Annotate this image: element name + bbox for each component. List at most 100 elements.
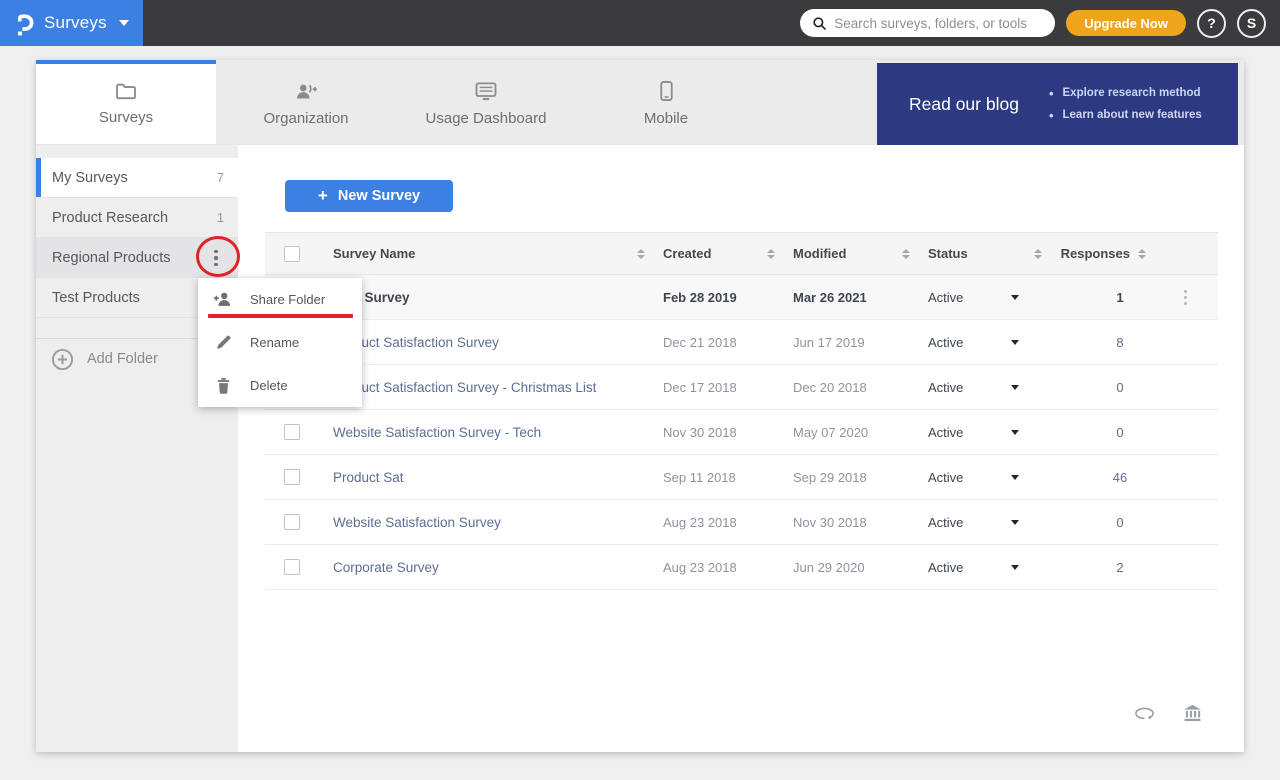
chevron-down-icon	[119, 20, 129, 26]
row-checkbox[interactable]	[284, 514, 300, 530]
sort-icon[interactable]	[637, 249, 645, 259]
blog-banner-bullets: Explore research method Learn about new …	[1049, 86, 1202, 123]
table-row: Website Satisfaction Survey Aug 23 2018 …	[265, 500, 1218, 545]
blog-bullet: Explore research method	[1049, 86, 1202, 101]
created-date: Aug 23 2018	[655, 560, 785, 575]
tab-usage-dashboard[interactable]: Usage Dashboard	[396, 60, 576, 144]
sort-icon[interactable]	[1034, 249, 1042, 259]
header-survey-name[interactable]: Survey Name	[313, 246, 655, 261]
status-dropdown-icon[interactable]	[1011, 520, 1019, 525]
row-menu-kebab-icon[interactable]	[1184, 288, 1187, 306]
folder-context-menu: Share Folder Rename Delete	[198, 278, 362, 407]
header-status[interactable]: Status	[920, 246, 1052, 261]
folders-sidebar: My Surveys 7 Product Research 1 Regional…	[36, 145, 238, 752]
search-box[interactable]	[800, 9, 1055, 37]
table-row: Product Satisfaction Survey Dec 21 2018 …	[265, 320, 1218, 365]
modified-date: Nov 30 2018	[785, 515, 920, 530]
menu-item-rename[interactable]: Rename	[198, 321, 362, 364]
header-responses[interactable]: Responses	[1052, 246, 1152, 261]
modified-date: Jun 17 2019	[785, 335, 920, 350]
sidebar-item-product-research[interactable]: Product Research 1	[36, 198, 238, 238]
survey-name-link[interactable]: Product Sat	[333, 470, 404, 485]
survey-name-link[interactable]: Product Satisfaction Survey - Christmas …	[333, 380, 596, 395]
menu-item-share-folder[interactable]: Share Folder	[198, 278, 362, 321]
table-row: Product Sat Sep 11 2018 Sep 29 2018 Acti…	[265, 455, 1218, 500]
status-dropdown-icon[interactable]	[1011, 565, 1019, 570]
topbar-actions: Upgrade Now ? S	[800, 0, 1266, 46]
status-value: Active	[928, 470, 963, 485]
share-user-icon	[213, 291, 233, 308]
modified-date: Jun 29 2020	[785, 560, 920, 575]
tab-label: Usage Dashboard	[426, 110, 547, 127]
new-survey-button[interactable]: + New Survey	[285, 180, 453, 212]
folder-label: My Surveys	[52, 170, 128, 186]
status-value: Active	[928, 335, 963, 350]
survey-name-link[interactable]: Website Satisfaction Survey	[333, 515, 501, 530]
tab-surveys[interactable]: Surveys	[36, 60, 216, 144]
row-checkbox[interactable]	[284, 469, 300, 485]
survey-name-link[interactable]: Website Satisfaction Survey - Tech	[333, 425, 541, 440]
sidebar-item-regional-products[interactable]: Regional Products	[36, 238, 238, 278]
help-button[interactable]: ?	[1197, 9, 1226, 38]
sort-icon[interactable]	[767, 249, 775, 259]
trash-icon	[213, 377, 233, 394]
table-body: New Survey Feb 28 2019 Mar 26 2021 Activ…	[265, 275, 1218, 590]
status-value: Active	[928, 380, 963, 395]
header-modified[interactable]: Modified	[785, 246, 920, 261]
folder-menu-kebab-icon[interactable]	[204, 246, 228, 270]
status-dropdown-icon[interactable]	[1011, 295, 1019, 300]
menu-item-label: Share Folder	[250, 292, 325, 307]
created-date: Sep 11 2018	[655, 470, 785, 485]
surveys-table: Survey Name Created Modified Status	[265, 232, 1218, 590]
responses-count[interactable]: 46	[1052, 470, 1152, 485]
account-avatar[interactable]: S	[1237, 9, 1266, 38]
folder-label: Regional Products	[52, 250, 171, 266]
archive-icon[interactable]	[1183, 704, 1202, 722]
menu-item-label: Rename	[250, 335, 299, 350]
status-dropdown-icon[interactable]	[1011, 385, 1019, 390]
plus-icon: +	[318, 186, 328, 206]
add-folder-label: Add Folder	[87, 351, 158, 367]
dashboard-icon	[475, 82, 497, 101]
header-created[interactable]: Created	[655, 246, 785, 261]
status-value: Active	[928, 515, 963, 530]
responses-count[interactable]: 2	[1052, 560, 1152, 575]
mobile-icon	[660, 81, 673, 101]
row-checkbox[interactable]	[284, 559, 300, 575]
menu-item-delete[interactable]: Delete	[198, 364, 362, 407]
topbar: Surveys Upgrade Now ? S	[0, 0, 1280, 46]
responses-count[interactable]: 0	[1052, 380, 1152, 395]
row-checkbox[interactable]	[284, 424, 300, 440]
menu-item-label: Delete	[250, 378, 288, 393]
status-dropdown-icon[interactable]	[1011, 430, 1019, 435]
status-dropdown-icon[interactable]	[1011, 340, 1019, 345]
responses-count[interactable]: 0	[1052, 515, 1152, 530]
blog-bullet: Learn about new features	[1049, 108, 1202, 123]
refresh-icon[interactable]	[1134, 705, 1155, 721]
responses-count[interactable]: 1	[1052, 290, 1152, 305]
folder-count: 7	[217, 170, 224, 185]
status-value: Active	[928, 560, 963, 575]
responses-count[interactable]: 0	[1052, 425, 1152, 440]
blog-banner-title: Read our blog	[909, 94, 1019, 115]
sort-icon[interactable]	[1138, 249, 1146, 259]
add-user-icon	[294, 82, 319, 101]
tab-organization[interactable]: Organization	[216, 60, 396, 144]
status-value: Active	[928, 425, 963, 440]
modified-date: May 07 2020	[785, 425, 920, 440]
tab-mobile[interactable]: Mobile	[576, 60, 756, 144]
brand-label: Surveys	[44, 13, 107, 33]
upgrade-now-button[interactable]: Upgrade Now	[1066, 10, 1186, 36]
app-switcher[interactable]: Surveys	[0, 0, 143, 46]
survey-name-link[interactable]: Corporate Survey	[333, 560, 439, 575]
sort-icon[interactable]	[902, 249, 910, 259]
select-all-checkbox[interactable]	[284, 246, 300, 262]
sidebar-item-my-surveys[interactable]: My Surveys 7	[36, 158, 238, 198]
tab-bar: Surveys Organization Usage Dashboard	[36, 60, 1244, 145]
responses-count[interactable]: 8	[1052, 335, 1152, 350]
search-input[interactable]	[834, 16, 1043, 31]
blog-banner[interactable]: Read our blog Explore research method Le…	[877, 63, 1238, 145]
pencil-icon	[213, 334, 233, 351]
status-dropdown-icon[interactable]	[1011, 475, 1019, 480]
modified-date: Dec 20 2018	[785, 380, 920, 395]
